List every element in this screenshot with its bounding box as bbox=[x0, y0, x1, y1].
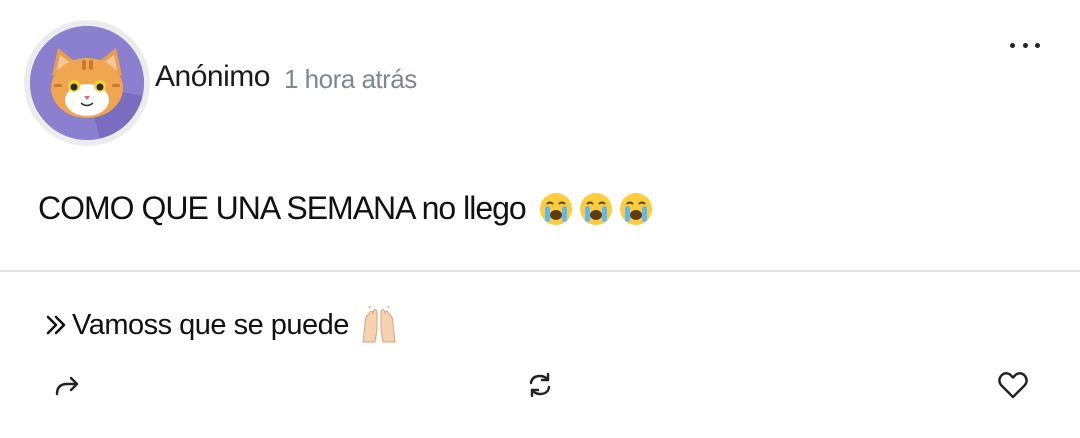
avatar[interactable] bbox=[24, 20, 150, 146]
double-chevron-right-icon bbox=[46, 315, 66, 335]
divider bbox=[0, 270, 1080, 272]
top-reply[interactable]: Vamoss que se puede bbox=[44, 306, 399, 344]
post-timestamp: 1 hora atrás bbox=[284, 64, 417, 94]
repost-icon[interactable] bbox=[523, 368, 557, 402]
post-text: COMO QUE UNA SEMANA no llego bbox=[38, 190, 527, 226]
author-name[interactable]: Anónimo bbox=[155, 60, 270, 94]
post-body: COMO QUE UNA SEMANA no llego bbox=[38, 190, 654, 227]
loudly-crying-face-icon bbox=[579, 192, 612, 225]
share-arrow-icon[interactable] bbox=[50, 368, 84, 402]
heart-icon[interactable] bbox=[996, 368, 1030, 402]
cat-avatar-image bbox=[30, 26, 144, 140]
more-options-icon[interactable] bbox=[1010, 30, 1040, 60]
loudly-crying-face-icon bbox=[619, 192, 652, 225]
raising-hands-icon bbox=[362, 306, 396, 343]
loudly-crying-face-icon bbox=[539, 192, 572, 225]
reply-text: Vamoss que se puede bbox=[72, 308, 349, 341]
emoji-row bbox=[538, 191, 654, 227]
